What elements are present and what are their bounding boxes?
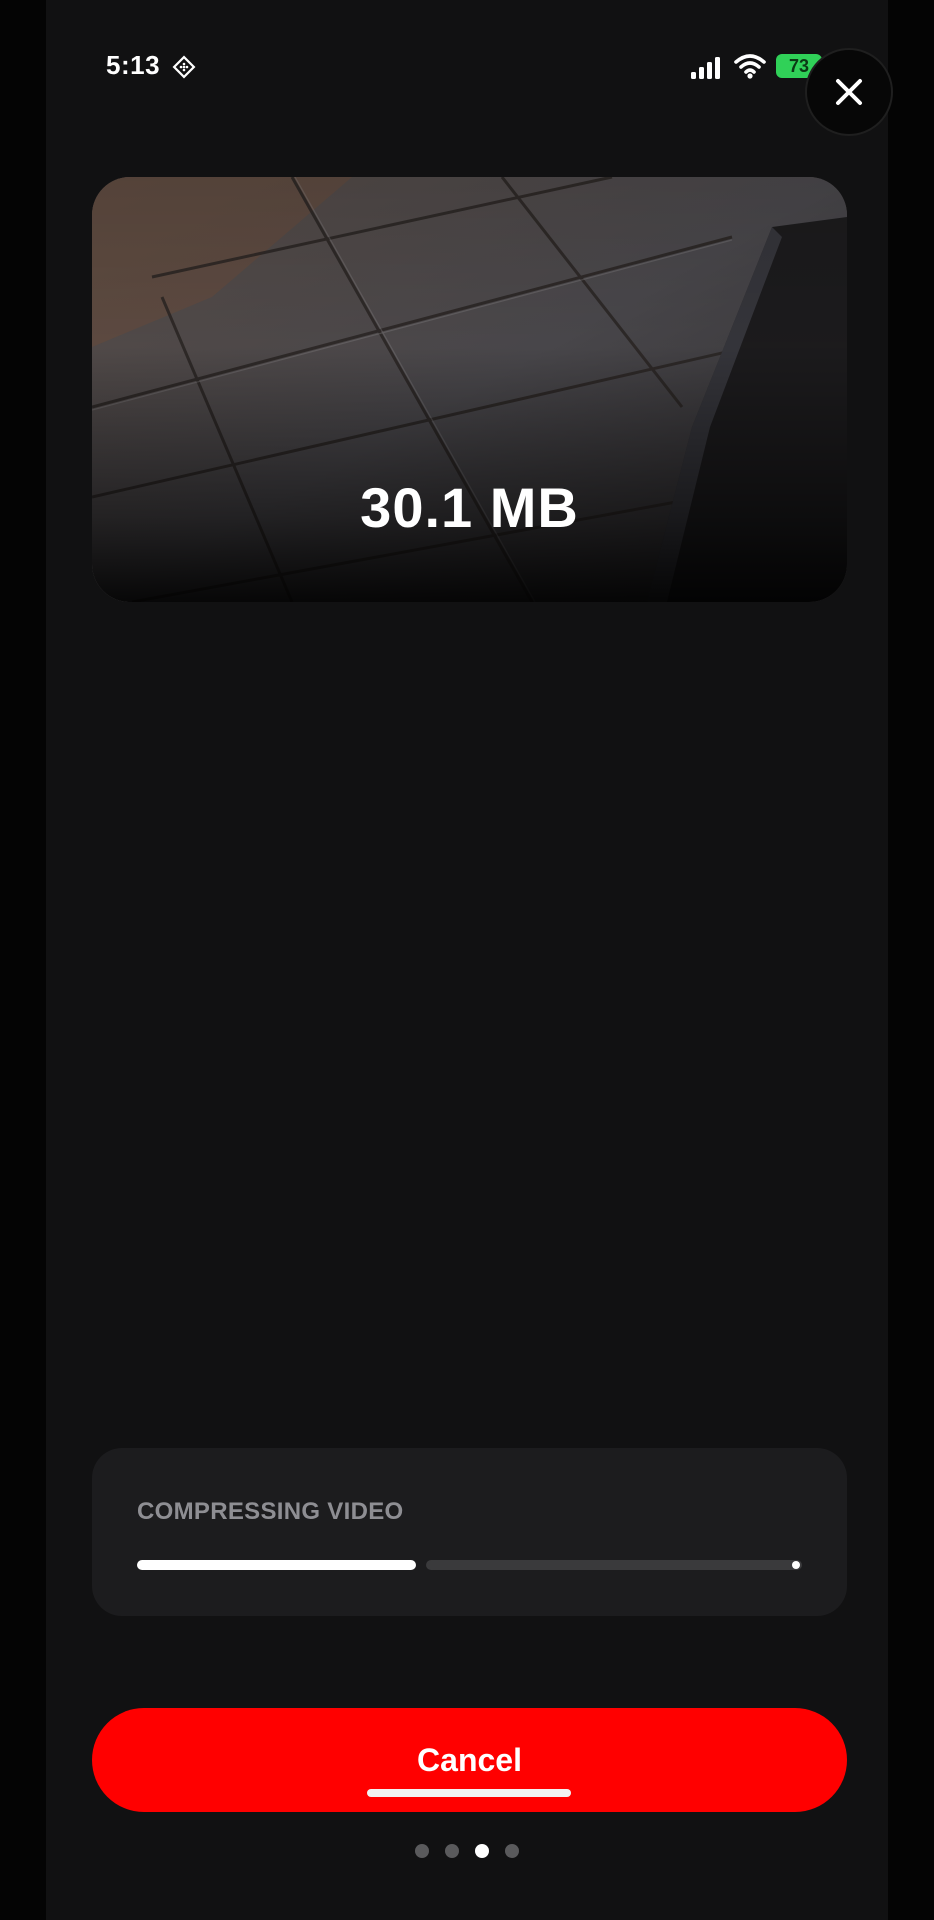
cellular-signal-icon	[691, 57, 720, 79]
focus-icon	[172, 55, 196, 79]
progress-end-marker	[792, 1561, 800, 1569]
compression-progress-card: COMPRESSING VIDEO	[92, 1448, 847, 1616]
screen: 5:13 73 30.1 MB COMPRESSING VIDEO Cancel	[0, 0, 934, 1920]
progress-fill	[137, 1560, 416, 1570]
status-time: 5:13	[106, 50, 161, 80]
progress-bar	[137, 1560, 802, 1570]
close-icon	[836, 79, 862, 105]
status-bar: 5:13 73	[0, 0, 934, 130]
progress-label: COMPRESSING VIDEO	[137, 1498, 404, 1525]
file-size-label: 30.1 MB	[360, 476, 579, 539]
home-indicator	[367, 1789, 571, 1797]
close-button[interactable]	[805, 48, 893, 136]
page-dot[interactable]	[475, 1844, 489, 1858]
page-dot[interactable]	[505, 1844, 519, 1858]
wifi-icon	[734, 54, 766, 79]
page-dot[interactable]	[445, 1844, 459, 1858]
progress-remaining	[426, 1560, 802, 1570]
video-preview: 30.1 MB	[92, 177, 847, 602]
page-indicator	[0, 1844, 934, 1860]
page-dot[interactable]	[415, 1844, 429, 1858]
